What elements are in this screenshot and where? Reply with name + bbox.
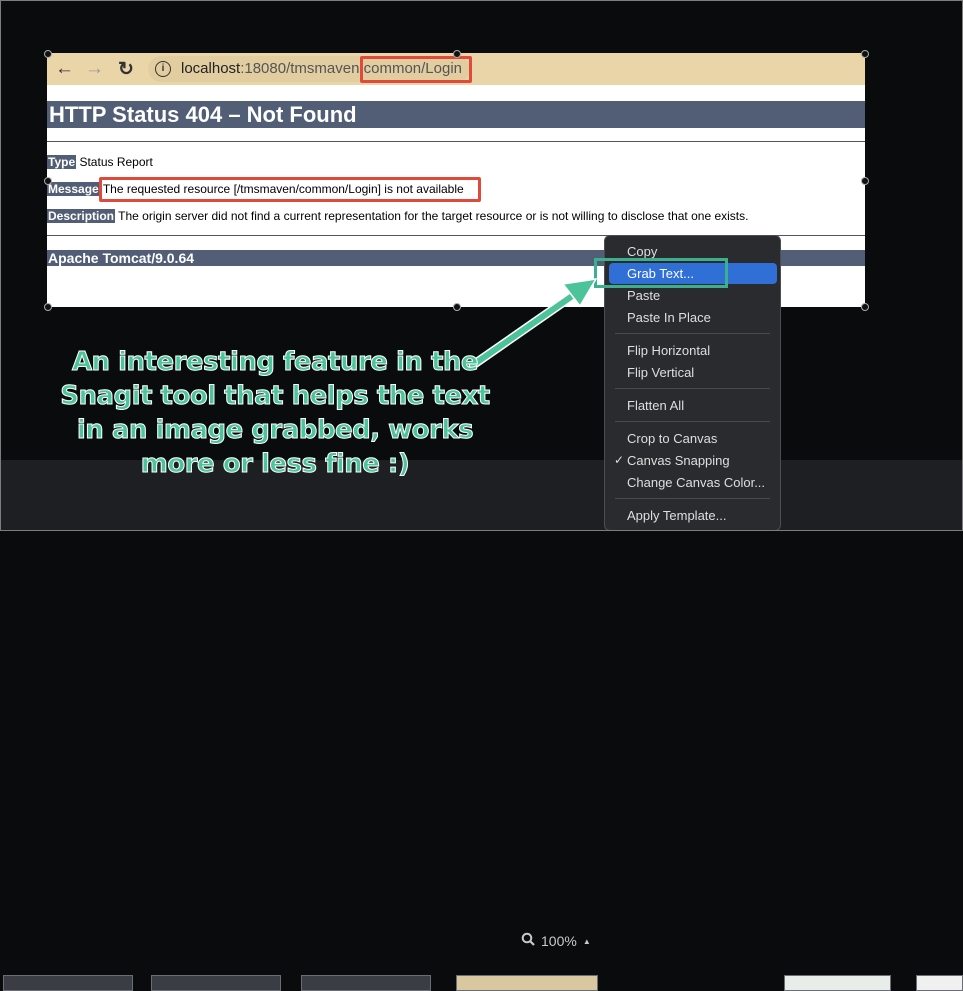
tray-thumbnail[interactable] — [784, 975, 891, 991]
search-icon — [521, 932, 535, 949]
zoom-caret-icon: ▲ — [582, 937, 591, 946]
tray-thumbnail[interactable] — [3, 975, 133, 991]
zoom-level: 100% — [541, 932, 577, 949]
tray-thumbnail[interactable] — [456, 975, 598, 991]
tray-thumbnail[interactable] — [916, 975, 963, 991]
tray-thumbnail[interactable] — [151, 975, 281, 991]
tray-thumbnail[interactable] — [301, 975, 431, 991]
zoom-control[interactable]: 100% ▲ — [521, 932, 591, 949]
annotation-callout: An interesting feature in the Snagit too… — [60, 347, 491, 480]
